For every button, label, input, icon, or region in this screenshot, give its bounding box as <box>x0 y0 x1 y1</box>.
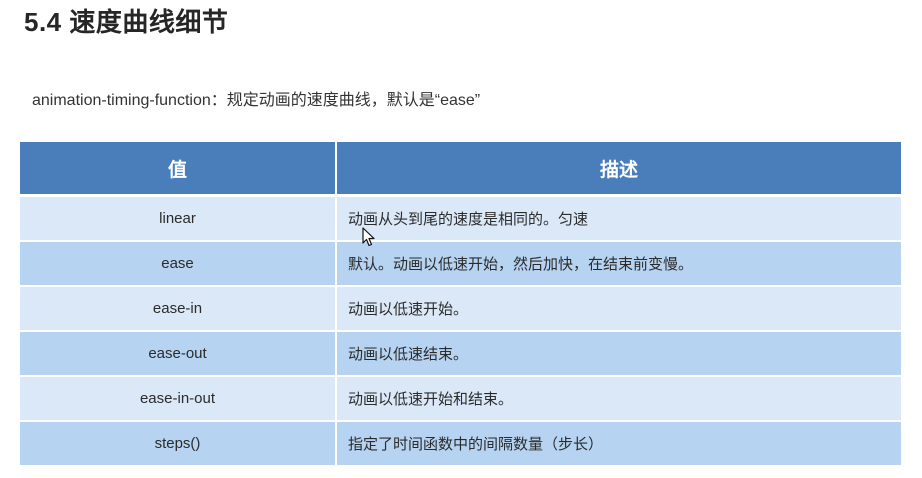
timing-function-table: 值 描述 linear 动画从头到尾的速度是相同的。匀速 ease 默认。动画以… <box>20 142 901 467</box>
row-description: 动画以低速结束。 <box>336 331 901 377</box>
table-row: ease-in-out 动画以低速开始和结束。 <box>20 376 901 422</box>
page-title: 5.4 速度曲线细节 <box>24 7 229 37</box>
row-description: 动画以低速开始。 <box>336 286 901 332</box>
mouse-cursor-icon <box>362 227 375 247</box>
header-value: 值 <box>20 142 337 197</box>
row-description: 动画以低速开始和结束。 <box>336 376 901 422</box>
row-value: ease <box>20 241 337 287</box>
table-row: steps() 指定了时间函数中的间隔数量（步长） <box>20 421 901 467</box>
row-value: steps() <box>20 421 337 467</box>
table-row: ease-in 动画以低速开始。 <box>20 286 901 332</box>
intro-text: animation-timing-function：规定动画的速度曲线，默认是“… <box>32 92 481 109</box>
header-description: 描述 <box>336 142 901 197</box>
row-value: ease-in-out <box>20 376 337 422</box>
row-description: 动画从头到尾的速度是相同的。匀速 <box>336 195 901 242</box>
table-row: ease-out 动画以低速结束。 <box>20 331 901 377</box>
row-description: 默认。动画以低速开始，然后加快，在结束前变慢。 <box>336 241 901 287</box>
table-row: ease 默认。动画以低速开始，然后加快，在结束前变慢。 <box>20 241 901 287</box>
row-value: ease-in <box>20 286 337 332</box>
row-value: ease-out <box>20 331 337 377</box>
table-header-row: 值 描述 <box>20 142 901 197</box>
row-description: 指定了时间函数中的间隔数量（步长） <box>336 421 901 467</box>
table-row: linear 动画从头到尾的速度是相同的。匀速 <box>20 195 901 242</box>
row-value: linear <box>20 195 337 242</box>
